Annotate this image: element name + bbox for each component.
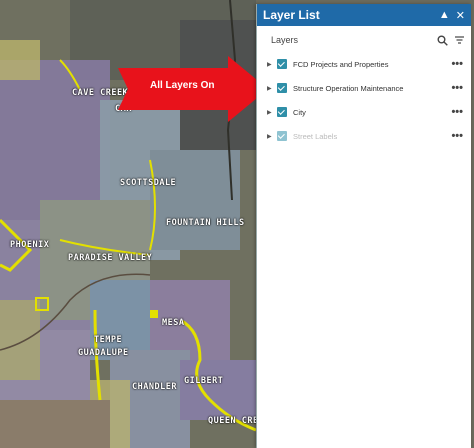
panel-title: Layer List (263, 8, 320, 22)
filter-list-icon[interactable] (454, 35, 465, 46)
map-label-queen-creek: QUEEN CREE (208, 416, 256, 426)
map-label-guadalupe: GUADALUPE (78, 348, 129, 358)
map-label-mesa: MESA (162, 318, 185, 328)
map-label-phoenix: PHOENIX (10, 240, 50, 250)
layer-checkbox[interactable] (277, 83, 287, 93)
layers-section-header: Layers (257, 28, 471, 52)
map-label-tempe: TEMPE (94, 335, 123, 345)
more-options-icon[interactable]: ••• (451, 58, 463, 70)
layer-item-city[interactable]: ▶ City ••• (257, 100, 471, 124)
layer-item-street-labels[interactable]: ▶ Street Labels ••• (257, 124, 471, 148)
map-label-scottsdale: SCOTTSDALE (120, 178, 177, 188)
layer-list-panel: Layer List ▲ ✕ Layers ▶ FCD Projects and… (256, 4, 471, 448)
more-options-icon[interactable]: ••• (451, 82, 463, 94)
collapse-icon[interactable]: ▲ (439, 9, 450, 22)
layer-item-fcd-projects[interactable]: ▶ FCD Projects and Properties ••• (257, 52, 471, 76)
map-label-paradise-valley: PARADISE VALLEY (68, 253, 153, 263)
layer-name: Structure Operation Maintenance (293, 83, 404, 93)
expand-caret-icon[interactable]: ▶ (267, 109, 277, 116)
layer-item-structure-operation-maintenance[interactable]: ▶ Structure Operation Maintenance ••• (257, 76, 471, 100)
more-options-icon[interactable]: ••• (451, 106, 463, 118)
layers-section-label: Layers (271, 35, 299, 45)
annotation-text: All Layers On (150, 80, 215, 91)
expand-caret-icon[interactable]: ▶ (267, 85, 277, 92)
close-icon[interactable]: ✕ (456, 9, 465, 22)
layer-name: City (293, 107, 306, 117)
map-label-chandler: CHANDLER (132, 382, 177, 392)
map-label-fountain-hills: FOUNTAIN HILLS (166, 218, 245, 228)
map-label-gilbert: GILBERT (184, 376, 224, 386)
search-icon[interactable] (437, 35, 448, 46)
layer-name: FCD Projects and Properties (293, 59, 389, 69)
layer-checkbox[interactable] (277, 107, 287, 117)
more-options-icon[interactable]: ••• (451, 130, 463, 142)
panel-header: Layer List ▲ ✕ (257, 4, 471, 26)
layer-name: Street Labels (293, 131, 338, 141)
expand-caret-icon[interactable]: ▶ (267, 133, 277, 140)
layer-checkbox[interactable] (277, 59, 287, 69)
layer-checkbox[interactable] (277, 131, 287, 141)
expand-caret-icon[interactable]: ▶ (267, 61, 277, 68)
